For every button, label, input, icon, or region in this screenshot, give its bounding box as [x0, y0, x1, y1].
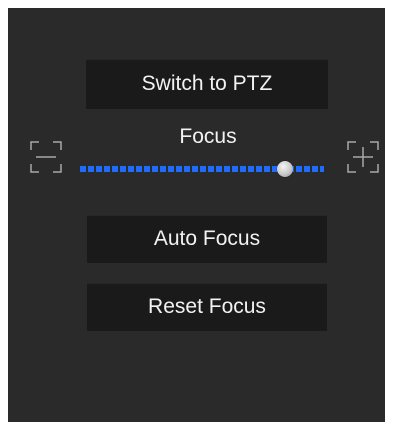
focus-label: Focus	[179, 125, 237, 148]
focus-slider-thumb[interactable]	[276, 161, 293, 177]
focus-minus-icon[interactable]	[29, 140, 63, 174]
focus-plus-icon[interactable]	[346, 140, 380, 174]
auto-focus-button[interactable]: Auto Focus	[87, 215, 327, 263]
reset-focus-button[interactable]: Reset Focus	[87, 283, 327, 331]
ptz-focus-panel: Switch to PTZ Focus Auto Focus Reset Foc…	[8, 8, 385, 422]
switch-to-ptz-button[interactable]: Switch to PTZ	[86, 59, 328, 109]
focus-slider[interactable]	[80, 160, 324, 178]
